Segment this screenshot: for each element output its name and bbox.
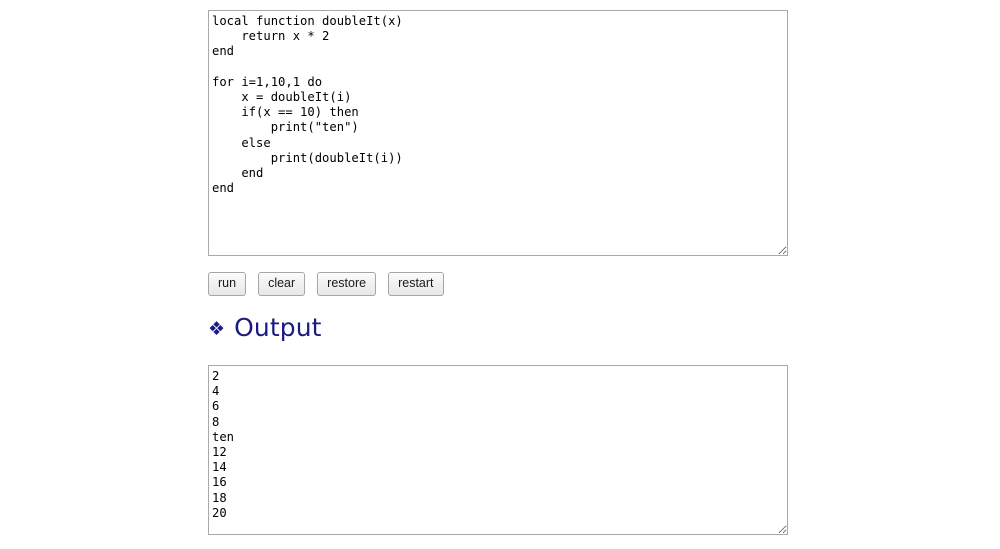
output-textarea[interactable] [208,365,788,535]
restart-button[interactable]: restart [388,272,444,296]
output-title: Output [234,313,322,342]
output-section-heading: ❖ Output [208,313,322,342]
output-container [208,365,788,535]
page-root: run clear restore restart ❖ Output [0,0,1000,549]
code-editor-container [208,10,788,256]
lua-code-editor[interactable] [208,10,788,256]
editor-toolbar: run clear restore restart [208,272,444,296]
clear-button[interactable]: clear [258,272,306,296]
run-button[interactable]: run [208,272,247,296]
restore-button[interactable]: restore [317,272,377,296]
diamond-bullet-icon: ❖ [208,318,226,340]
